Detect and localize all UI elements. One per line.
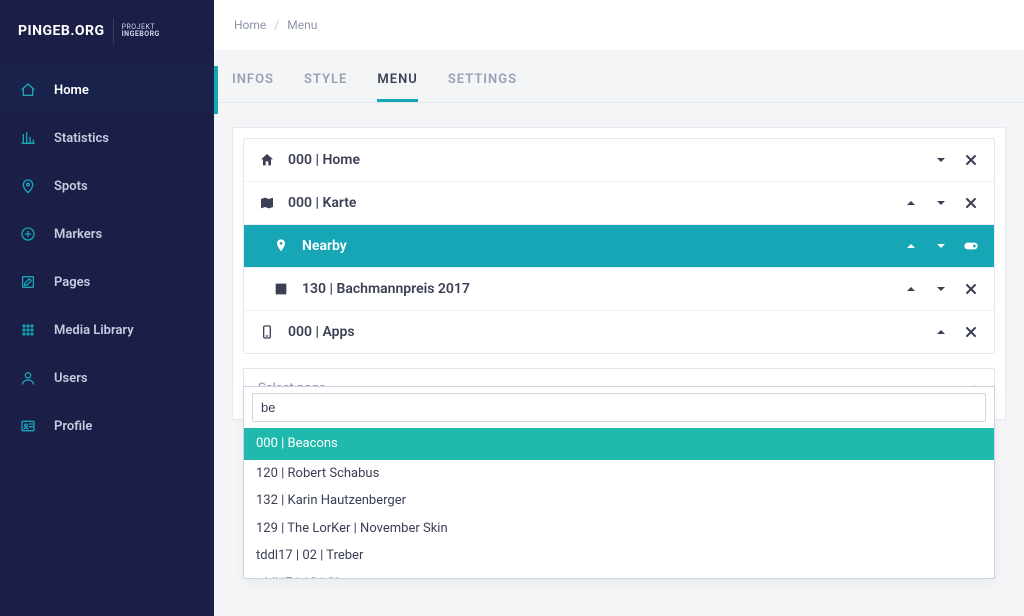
menu-row[interactable]: 000 | Karte bbox=[244, 182, 994, 225]
sidebar-item-label: Statistics bbox=[54, 131, 109, 146]
user-icon bbox=[18, 368, 38, 388]
breadcrumb: Home / Menu bbox=[214, 0, 1024, 50]
select-options: 000 | Beacons 120 | Robert Schabus 132 |… bbox=[244, 428, 994, 578]
brand-main: PINGEB.ORG bbox=[18, 23, 105, 39]
sidebar-item-statistics[interactable]: Statistics bbox=[0, 114, 214, 162]
select-option[interactable]: tddl17 | 13 | Obexer bbox=[244, 570, 994, 579]
tab-menu[interactable]: MENU bbox=[377, 72, 417, 102]
menu-row[interactable]: 000 | Home bbox=[244, 139, 994, 182]
brand-sub: PROJEKT INGEBORG bbox=[122, 24, 160, 38]
sidebar-item-label: Markers bbox=[54, 227, 102, 242]
home-icon bbox=[18, 80, 38, 100]
menu-row-selected[interactable]: Nearby bbox=[244, 225, 994, 268]
select-option[interactable]: 129 | The LorKer | November Skin bbox=[244, 515, 994, 543]
sidebar-item-pages[interactable]: Pages bbox=[0, 258, 214, 306]
plus-circle-icon bbox=[18, 224, 38, 244]
grid-icon bbox=[18, 320, 38, 340]
brand: PINGEB.ORG PROJEKT INGEBORG bbox=[0, 0, 214, 62]
select-option[interactable]: 120 | Robert Schabus bbox=[244, 460, 994, 488]
sidebar-item-media[interactable]: Media Library bbox=[0, 306, 214, 354]
sidebar-item-label: Home bbox=[54, 83, 89, 98]
close-icon[interactable] bbox=[962, 194, 980, 212]
pin-icon bbox=[18, 176, 38, 196]
menu-row[interactable]: 000 | Apps bbox=[244, 311, 994, 353]
sidebar: PINGEB.ORG PROJEKT INGEBORG Home Statist… bbox=[0, 0, 214, 616]
edit-icon bbox=[18, 272, 38, 292]
caret-down-icon[interactable] bbox=[932, 194, 950, 212]
menu-list: 000 | Home 000 | Karte Nearby bbox=[243, 138, 995, 354]
sidebar-item-label: Media Library bbox=[54, 323, 134, 338]
select-search bbox=[244, 387, 994, 428]
select-search-input[interactable] bbox=[252, 393, 986, 422]
select-option[interactable]: 132 | Karin Hautzenberger bbox=[244, 487, 994, 515]
content: 000 | Home 000 | Karte Nearby bbox=[214, 103, 1024, 616]
tab-style[interactable]: STYLE bbox=[304, 72, 347, 102]
menu-panel: 000 | Home 000 | Karte Nearby bbox=[232, 127, 1006, 420]
sidebar-item-label: Spots bbox=[54, 179, 88, 194]
close-icon[interactable] bbox=[962, 280, 980, 298]
caret-up-icon[interactable] bbox=[902, 237, 920, 255]
breadcrumb-sep: / bbox=[274, 18, 279, 32]
breadcrumb-root[interactable]: Home bbox=[234, 18, 266, 32]
tab-settings[interactable]: SETTINGS bbox=[448, 72, 517, 102]
sidebar-item-home[interactable]: Home bbox=[0, 66, 214, 114]
menu-row-label: 130 | Bachmannpreis 2017 bbox=[302, 281, 470, 297]
book-icon bbox=[272, 281, 290, 297]
select-dropdown: 000 | Beacons 120 | Robert Schabus 132 |… bbox=[243, 386, 995, 579]
caret-up-icon[interactable] bbox=[932, 323, 950, 341]
close-icon[interactable] bbox=[962, 323, 980, 341]
tabs: INFOS STYLE MENU SETTINGS bbox=[214, 50, 1024, 103]
chart-icon bbox=[18, 128, 38, 148]
caret-down-icon[interactable] bbox=[932, 237, 950, 255]
toggle-icon[interactable] bbox=[962, 237, 980, 255]
breadcrumb-current: Menu bbox=[287, 18, 317, 32]
caret-down-icon[interactable] bbox=[932, 151, 950, 169]
nav: Home Statistics Spots Markers Pages Medi… bbox=[0, 66, 214, 450]
sidebar-item-users[interactable]: Users bbox=[0, 354, 214, 402]
main: Home / Menu INFOS STYLE MENU SETTINGS 00… bbox=[214, 0, 1024, 616]
sidebar-item-label: Pages bbox=[54, 275, 90, 290]
select-option[interactable]: 000 | Beacons bbox=[244, 428, 994, 460]
sidebar-item-spots[interactable]: Spots bbox=[0, 162, 214, 210]
caret-up-icon[interactable] bbox=[902, 194, 920, 212]
caret-down-icon[interactable] bbox=[932, 280, 950, 298]
close-icon[interactable] bbox=[962, 151, 980, 169]
caret-up-icon[interactable] bbox=[902, 280, 920, 298]
menu-row[interactable]: 130 | Bachmannpreis 2017 bbox=[244, 268, 994, 311]
phone-icon bbox=[258, 324, 276, 340]
sidebar-item-label: Profile bbox=[54, 419, 92, 434]
menu-row-label: Nearby bbox=[302, 238, 347, 254]
sidebar-item-profile[interactable]: Profile bbox=[0, 402, 214, 450]
select-option[interactable]: tddl17 | 02 | Treber bbox=[244, 542, 994, 570]
home-icon bbox=[258, 152, 276, 168]
menu-row-label: 000 | Apps bbox=[288, 324, 355, 340]
menu-row-label: 000 | Home bbox=[288, 152, 360, 168]
brand-sub2: INGEBORG bbox=[122, 31, 160, 38]
menu-row-label: 000 | Karte bbox=[288, 195, 356, 211]
id-icon bbox=[18, 416, 38, 436]
sidebar-item-label: Users bbox=[54, 371, 88, 386]
map-icon bbox=[258, 195, 276, 211]
pin-icon bbox=[272, 238, 290, 254]
brand-separator bbox=[113, 18, 114, 44]
sidebar-item-markers[interactable]: Markers bbox=[0, 210, 214, 258]
tab-infos[interactable]: INFOS bbox=[232, 72, 274, 102]
